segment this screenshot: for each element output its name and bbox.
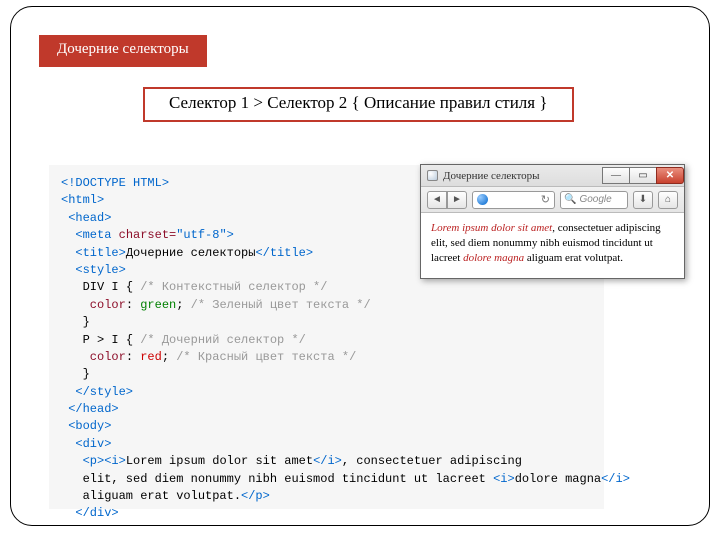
- slide-frame: Дочерние селекторы Селектор 1 > Селектор…: [10, 6, 710, 526]
- minimize-button[interactable]: —: [602, 167, 630, 184]
- code-token: </style>: [61, 385, 133, 399]
- code-token: , consectetuer adipiscing: [342, 454, 522, 468]
- code-token: <html>: [61, 193, 104, 207]
- code-token: <meta: [61, 228, 111, 242]
- sample-text: Lorem ipsum dolor sit amet: [431, 222, 552, 234]
- code-token: /* Зеленый цвет текста */: [191, 298, 371, 312]
- address-bar[interactable]: ↻: [472, 191, 555, 209]
- code-token: :: [126, 298, 140, 312]
- code-token: </head>: [61, 402, 119, 416]
- code-token: dolore magna: [515, 472, 601, 486]
- code-token: <!DOCTYPE HTML>: [61, 176, 169, 190]
- code-token: <head>: [61, 211, 111, 225]
- sample-text: dolore magna: [463, 252, 524, 264]
- code-token: {: [126, 280, 140, 294]
- code-token: "utf-8": [176, 228, 226, 242]
- code-token: green: [140, 298, 176, 312]
- browser-title: Дочерние селекторы: [443, 170, 540, 182]
- code-token: color: [61, 350, 126, 364]
- code-token: <title>: [61, 246, 126, 260]
- code-token: </body>: [61, 524, 119, 526]
- code-token: ;: [176, 298, 190, 312]
- search-placeholder: Google: [579, 194, 611, 205]
- favicon-icon: [427, 170, 438, 181]
- forward-button[interactable]: ►: [447, 191, 467, 209]
- code-token: :: [126, 350, 140, 364]
- back-button[interactable]: ◄: [427, 191, 447, 209]
- code-token: <body>: [61, 419, 111, 433]
- code-token: </title>: [255, 246, 313, 260]
- syntax-rule: Селектор 1 > Селектор 2 { Описание прави…: [143, 87, 574, 122]
- code-token: P > I: [61, 333, 126, 347]
- code-token: <style>: [61, 263, 126, 277]
- browser-titlebar: Дочерние селекторы — ▭ ✕: [421, 165, 684, 187]
- code-token: Дочерние селекторы: [126, 246, 256, 260]
- code-token: }: [61, 315, 90, 329]
- code-token: </p>: [241, 489, 270, 503]
- code-token: <p>: [61, 454, 104, 468]
- close-button[interactable]: ✕: [656, 167, 684, 184]
- code-token: charset=: [111, 228, 176, 242]
- reload-icon[interactable]: ↻: [541, 193, 550, 206]
- code-token: elit, sed diem nonummy nibh euismod tinc…: [61, 472, 493, 486]
- code-token: {: [126, 333, 140, 347]
- code-token: }: [61, 367, 90, 381]
- code-token: red: [140, 350, 162, 364]
- code-token: aliguam erat volutpat.: [61, 489, 241, 503]
- code-token: <div>: [61, 437, 111, 451]
- code-token: color: [61, 298, 126, 312]
- search-field[interactable]: 🔍 Google: [560, 191, 628, 209]
- code-token: </i>: [313, 454, 342, 468]
- globe-icon: [477, 194, 488, 205]
- code-token: /* Контекстный селектор */: [140, 280, 327, 294]
- code-token: >: [227, 228, 234, 242]
- browser-viewport: Lorem ipsum dolor sit amet, consectetuer…: [421, 213, 684, 278]
- browser-toolbar: ◄ ► ↻ 🔍 Google ⬇ ⌂: [421, 187, 684, 213]
- code-token: </i>: [601, 472, 630, 486]
- code-token: Lorem ipsum dolor sit amet: [126, 454, 313, 468]
- browser-window: Дочерние селекторы — ▭ ✕ ◄ ► ↻ 🔍 Google …: [420, 164, 685, 279]
- home-button[interactable]: ⌂: [658, 191, 678, 209]
- code-token: <i>: [104, 454, 126, 468]
- maximize-button[interactable]: ▭: [629, 167, 657, 184]
- slide-title: Дочерние селекторы: [39, 35, 207, 67]
- code-token: /* Дочерний селектор */: [140, 333, 306, 347]
- code-token: ;: [162, 350, 176, 364]
- code-token: /* Красный цвет текста */: [176, 350, 356, 364]
- code-token: <i>: [493, 472, 515, 486]
- downloads-button[interactable]: ⬇: [633, 191, 653, 209]
- code-token: DIV I: [61, 280, 126, 294]
- code-token: </div>: [61, 506, 119, 520]
- sample-text: aliguam erat volutpat.: [524, 252, 623, 264]
- search-icon: 🔍: [564, 194, 576, 205]
